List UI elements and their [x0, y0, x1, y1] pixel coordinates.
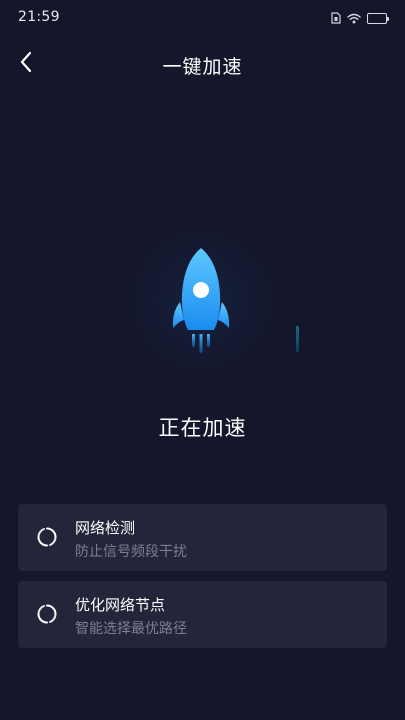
status-time: 21:59	[18, 9, 60, 25]
status-bar: 21:59 73	[0, 0, 405, 36]
battery-icon: 73	[367, 12, 389, 24]
status-icons: 73	[331, 9, 389, 28]
page-title: 一键加速	[162, 56, 243, 78]
task-subtitle: 智能选择最优路径	[75, 621, 187, 637]
loading-icon	[36, 526, 58, 548]
task-card-network-check: 网络检测 防止信号频段干扰	[18, 504, 387, 571]
side-mark	[296, 326, 299, 352]
sim-icon	[331, 9, 341, 28]
task-card-optimize-nodes: 优化网络节点 智能选择最优路径	[18, 581, 387, 648]
task-title: 优化网络节点	[75, 596, 166, 614]
battery-text: 73	[372, 13, 382, 22]
task-subtitle: 防止信号频段干扰	[75, 544, 187, 560]
loading-icon	[36, 603, 58, 625]
task-title: 网络检测	[75, 519, 136, 537]
acceleration-status: 正在加速	[158, 416, 247, 440]
rocket-icon	[168, 244, 234, 360]
rocket-area	[0, 220, 405, 380]
wifi-icon	[347, 9, 361, 28]
nav-bar: 一键加速	[0, 40, 405, 90]
